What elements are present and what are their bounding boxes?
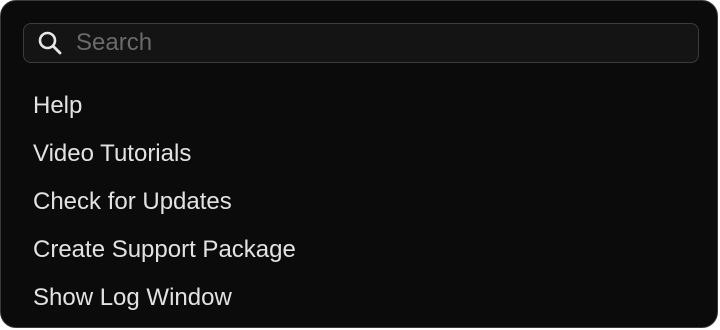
help-menu-popover: Help Video Tutorials Check for Updates C…	[0, 0, 718, 328]
search-icon	[36, 29, 64, 57]
search-input[interactable]	[64, 24, 698, 62]
menu-item-check-for-updates[interactable]: Check for Updates	[1, 178, 717, 226]
search-field[interactable]	[23, 23, 699, 63]
menu-item-show-log-window[interactable]: Show Log Window	[1, 274, 717, 322]
menu-item-video-tutorials[interactable]: Video Tutorials	[1, 130, 717, 178]
menu-item-help[interactable]: Help	[1, 82, 717, 130]
menu-item-create-support-package[interactable]: Create Support Package	[1, 226, 717, 274]
menu-items: Help Video Tutorials Check for Updates C…	[1, 82, 717, 322]
